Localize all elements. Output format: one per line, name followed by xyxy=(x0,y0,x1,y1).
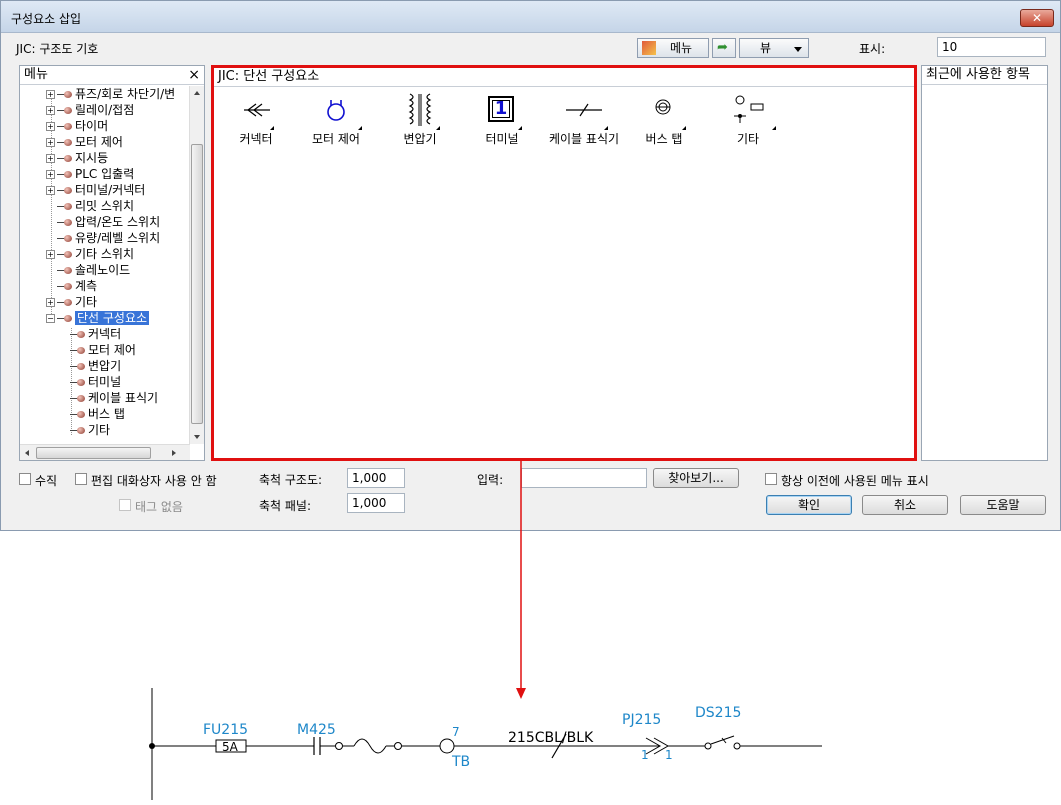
switch-tag: DS215 xyxy=(695,705,742,721)
fuse-rating: 5A xyxy=(222,740,238,754)
fuse-tag: FU215 xyxy=(203,722,249,738)
motor-tag: M425 xyxy=(297,722,336,738)
plug-pin-b: 1 xyxy=(665,748,673,762)
plug-pin-a: 1 xyxy=(641,748,649,762)
plug-tag: PJ215 xyxy=(622,712,662,728)
terminal-number: 7 xyxy=(452,725,460,739)
terminal-tag: TB xyxy=(452,754,471,770)
cable-label: 215CBL/BLK xyxy=(508,730,594,746)
